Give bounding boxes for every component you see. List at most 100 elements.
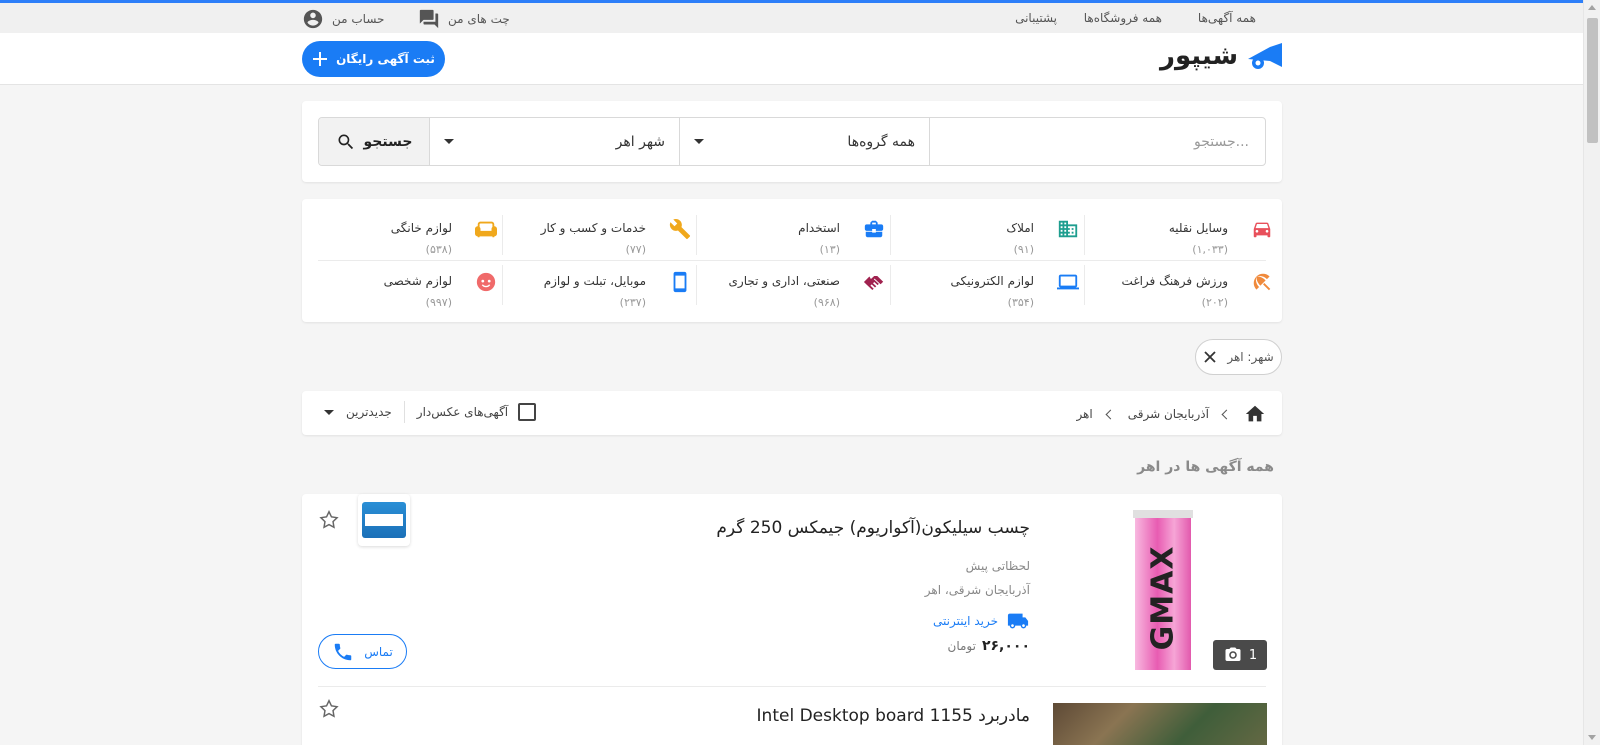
shop-logo-image <box>362 502 406 538</box>
city-filter-chip-label: شهر: اهر <box>1227 350 1274 364</box>
category-select[interactable]: همه گروه‌ها <box>680 118 930 165</box>
my-chats-link[interactable]: چت های من <box>418 8 510 30</box>
camera-icon <box>1225 647 1241 661</box>
category-vehicles[interactable]: وسایل نقلیه (۱,۰۳۳) <box>1088 207 1282 256</box>
photo-only-toggle[interactable]: آگهی‌های عکس‌دار <box>416 403 537 421</box>
category-name: ورزش فرهنگ فراغت <box>1121 274 1228 288</box>
umbrella-icon <box>1250 270 1274 294</box>
scroll-up-icon[interactable] <box>1588 5 1596 10</box>
category-services[interactable]: خدمات و کسب و کار (۷۷) <box>506 207 700 256</box>
photo-count-badge: 1 <box>1213 640 1267 670</box>
delivery-truck-icon <box>1007 613 1029 629</box>
search-input-placeholder: جستجو... <box>1194 133 1249 150</box>
top-bar: همه آگهی‌ها همه فروشگاه‌ها پشتیبانی چت ه… <box>0 3 1583 33</box>
car-icon <box>1250 217 1274 241</box>
photo-only-label: آگهی‌های عکس‌دار <box>416 405 509 419</box>
briefcase-icon <box>862 217 886 241</box>
category-name: استخدام <box>798 221 840 235</box>
face-icon <box>474 270 498 294</box>
star-icon[interactable] <box>318 509 340 531</box>
search-bar: جستجو شهر اهر همه گروه‌ها جستجو... <box>318 117 1266 166</box>
category-count: (۳۵۴) <box>1007 296 1034 309</box>
chevron-icon <box>1105 409 1116 419</box>
category-home-appliances[interactable]: لوازم خانگی (۵۳۸) <box>312 207 506 256</box>
category-industrial[interactable]: صنعتی، اداری و تجاری (۹۶۸) <box>700 260 894 309</box>
breadcrumb-province[interactable]: آذربایجان شرقی <box>1128 407 1209 421</box>
scroll-down-icon[interactable] <box>1588 735 1596 740</box>
all-shops-link[interactable]: همه فروشگاه‌ها <box>1084 11 1162 25</box>
post-free-ad-button[interactable]: ثبت آگهی رایگان <box>302 41 445 77</box>
divider <box>318 686 1266 687</box>
call-button[interactable]: تماس <box>318 634 407 669</box>
account-circle-icon <box>303 9 323 29</box>
category-count: (۲۰۲) <box>1201 296 1228 309</box>
home-icon[interactable] <box>1244 403 1266 425</box>
sort-select-value: جدیدترین <box>346 405 392 419</box>
listing-title[interactable]: مادربرد Intel Desktop board 1155 <box>757 706 1030 726</box>
search-panel: جستجو شهر اهر همه گروه‌ها جستجو... <box>302 101 1282 182</box>
listing-thumbnail[interactable]: GMAX 1 <box>1053 510 1267 670</box>
product-mark: GMAX <box>1145 545 1181 651</box>
sort-controls: آگهی‌های عکس‌دار جدیدترین <box>324 401 537 423</box>
online-purchase-label: خرید اینترنتی <box>933 614 998 628</box>
city-select[interactable]: شهر اهر <box>430 118 680 165</box>
search-button-label: جستجو <box>363 133 413 150</box>
category-name: لوازم خانگی <box>390 221 452 235</box>
photo-only-checkbox[interactable] <box>518 403 537 421</box>
search-input[interactable]: جستجو... <box>930 118 1265 165</box>
category-jobs[interactable]: استخدام (۱۳) <box>700 207 894 256</box>
chevron-icon <box>1221 409 1232 419</box>
shop-logo[interactable] <box>358 494 410 546</box>
category-name: صنعتی، اداری و تجاری <box>728 274 840 288</box>
category-count: (۹۶۸) <box>813 296 840 309</box>
chat-icon <box>419 9 439 29</box>
category-count: (۷۷) <box>625 243 646 256</box>
call-button-label: تماس <box>364 644 393 659</box>
category-real-estate[interactable]: املاک (۹۱) <box>894 207 1088 256</box>
logo-text: شیپور <box>1160 41 1239 71</box>
listing-thumbnail[interactable] <box>1053 703 1267 745</box>
category-personal[interactable]: لوازم شخصی (۹۹۷) <box>312 260 506 309</box>
category-count: (۹۱) <box>1013 243 1034 256</box>
product-image-cap <box>1133 510 1193 518</box>
horn-logo-icon <box>1248 43 1283 69</box>
category-leisure[interactable]: ورزش فرهنگ فراغت (۲۰۲) <box>1088 260 1282 309</box>
vertical-scrollbar[interactable] <box>1583 0 1600 745</box>
breadcrumb: آذربایجان شرقی اهر <box>1076 403 1266 425</box>
my-account-label: حساب من <box>332 12 385 26</box>
listing-title[interactable]: چسب سیلیکون(آکواریوم) جیمکس 250 گرم <box>716 518 1030 538</box>
listing-time: لحظاتی پیش <box>965 559 1030 573</box>
price-currency: تومان <box>947 639 976 653</box>
scrollbar-thumb[interactable] <box>1587 18 1598 143</box>
post-free-ad-label: ثبت آگهی رایگان <box>336 52 435 66</box>
category-count: (۹۹۷) <box>425 296 452 309</box>
city-select-value: شهر اهر <box>615 133 665 150</box>
category-electronics[interactable]: لوازم الکترونیکی (۳۵۴) <box>894 260 1088 309</box>
breadcrumb-city[interactable]: اهر <box>1076 407 1092 421</box>
photo-count: 1 <box>1248 647 1258 663</box>
support-link[interactable]: پشتیبانی <box>1015 11 1057 25</box>
category-select-value: همه گروه‌ها <box>847 133 915 150</box>
breadcrumb-bar: آذربایجان شرقی اهر آگهی‌های عکس‌دار جدید… <box>302 391 1282 435</box>
divider <box>403 401 405 423</box>
category-name: لوازم شخصی <box>383 274 452 288</box>
categories-panel: وسایل نقلیه (۱,۰۳۳) املاک (۹۱) استخدام (… <box>302 199 1282 322</box>
category-name: لوازم الکترونیکی <box>950 274 1034 288</box>
wrench-icon <box>668 217 692 241</box>
phone-icon <box>334 643 352 660</box>
my-account-link[interactable]: حساب من <box>302 8 384 30</box>
site-logo[interactable]: شیپور <box>1160 39 1286 73</box>
category-name: وسایل نقلیه <box>1168 221 1228 235</box>
city-filter-chip[interactable]: شهر: اهر <box>1195 339 1282 375</box>
chevron-down-icon <box>444 139 454 144</box>
search-button[interactable]: جستجو <box>319 118 430 165</box>
category-name: موبایل، تبلت و لوازم <box>543 274 646 288</box>
category-mobile[interactable]: موبایل، تبلت و لوازم (۲۳۷) <box>506 260 700 309</box>
star-icon[interactable] <box>318 698 340 720</box>
category-count: (۱,۰۳۳) <box>1192 243 1228 256</box>
sort-select[interactable]: جدیدترین <box>324 405 392 419</box>
chevron-down-icon <box>324 409 334 415</box>
close-icon[interactable] <box>1203 350 1217 364</box>
category-count: (۵۳۸) <box>425 243 452 256</box>
all-ads-link[interactable]: همه آگهی‌ها <box>1198 11 1256 25</box>
